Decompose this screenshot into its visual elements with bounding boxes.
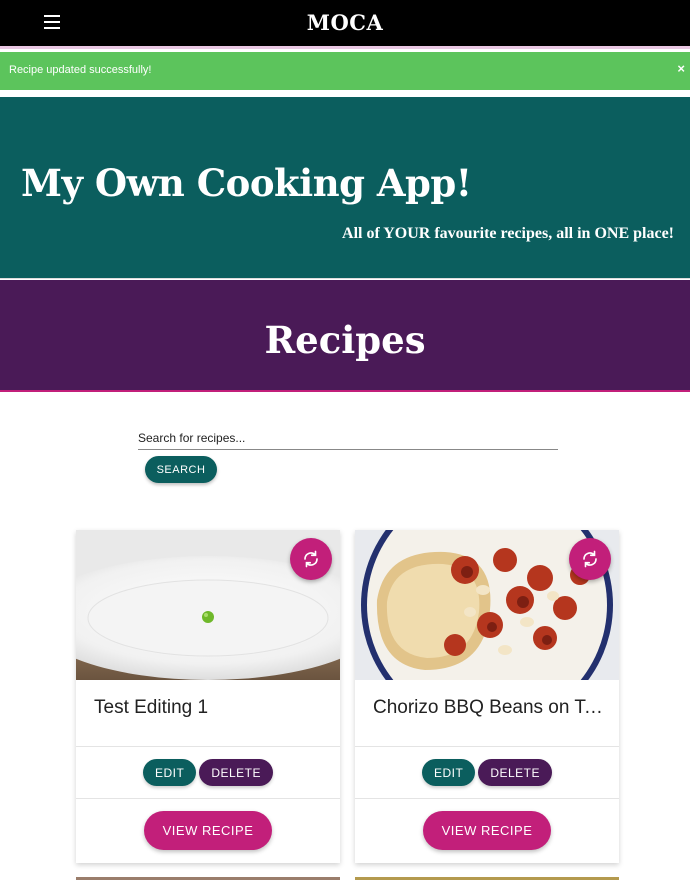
view-recipe-button[interactable]: VIEW RECIPE: [144, 811, 272, 850]
alert-message: Recipe updated successfully!: [9, 64, 152, 76]
delete-button[interactable]: DELETE: [478, 759, 553, 786]
card-divider: [355, 746, 619, 747]
success-alert: Recipe updated successfully! ×: [0, 52, 690, 90]
hero-banner: My Own Cooking App! All of YOUR favourit…: [0, 97, 690, 279]
card-divider: [76, 798, 340, 799]
card-divider: [76, 746, 340, 747]
recipe-card: Test Editing 1 EDIT DELETE VIEW RECIPE: [76, 530, 340, 863]
search-button[interactable]: SEARCH: [145, 456, 217, 483]
page-title: Recipes: [264, 318, 426, 362]
delete-button[interactable]: DELETE: [199, 759, 274, 786]
navbar-accent-line: [0, 46, 690, 49]
recipe-title: Chorizo BBQ Beans on Toast: [373, 697, 605, 718]
card-actions: EDIT DELETE: [76, 759, 340, 786]
recipe-title: Test Editing 1: [94, 697, 209, 718]
brand-logo[interactable]: MOCA: [0, 10, 690, 35]
top-navbar: MOCA: [0, 0, 690, 46]
hero-subtitle: All of YOUR favourite recipes, all in ON…: [342, 225, 674, 242]
recipes-header: Recipes: [0, 280, 690, 392]
search-input[interactable]: [138, 420, 558, 450]
refresh-icon[interactable]: [569, 538, 611, 580]
close-icon[interactable]: ×: [677, 61, 685, 76]
card-divider: [355, 798, 619, 799]
edit-button[interactable]: EDIT: [421, 759, 476, 786]
hero-title: My Own Cooking App!: [21, 161, 472, 205]
view-recipe-button[interactable]: VIEW RECIPE: [423, 811, 551, 850]
recipe-card: Chorizo BBQ Beans on Toast EDIT DELETE V…: [355, 530, 619, 863]
edit-button[interactable]: EDIT: [142, 759, 197, 786]
refresh-icon[interactable]: [290, 538, 332, 580]
card-actions: EDIT DELETE: [355, 759, 619, 786]
